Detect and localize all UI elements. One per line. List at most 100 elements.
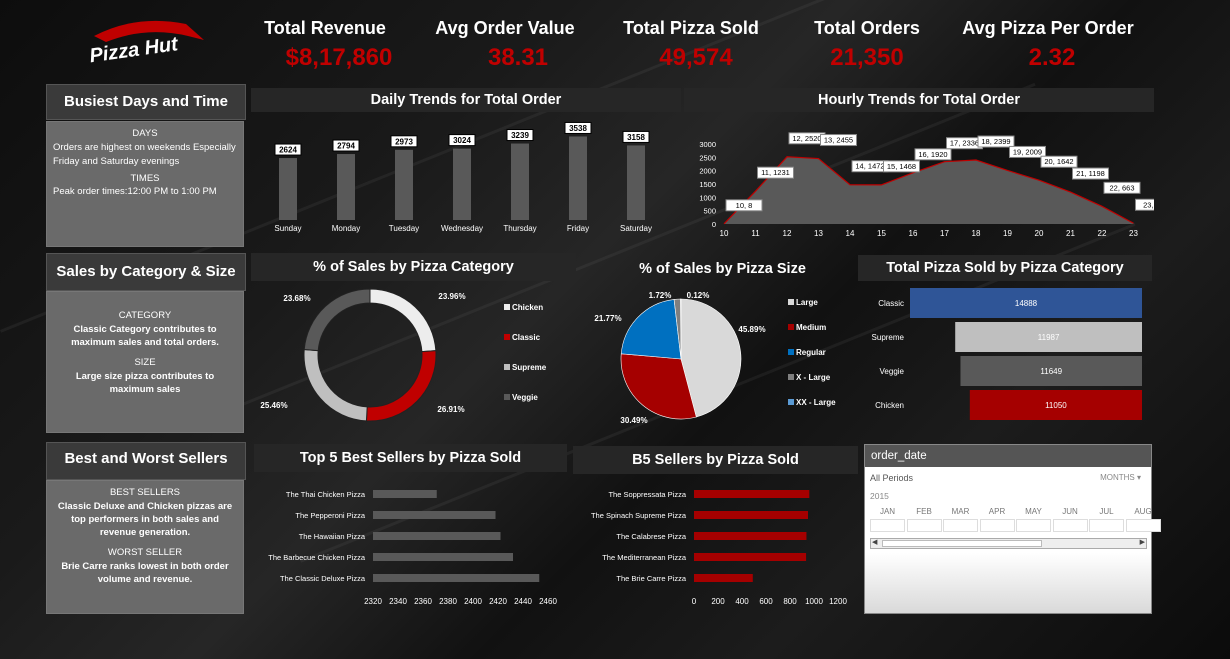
hourly-x-tick: 10 xyxy=(720,229,729,238)
scroll-left-icon[interactable]: ◀ xyxy=(872,538,877,546)
size-pct-title: % of Sales by Pizza Size xyxy=(639,261,806,277)
bottom5-x-tick: 200 xyxy=(711,597,725,606)
slicer-month-apr[interactable]: APR xyxy=(979,507,1015,535)
daily-data-label: 2794 xyxy=(337,142,355,151)
hourly-y-tick: 0 xyxy=(712,220,716,229)
daily-data-label: 3538 xyxy=(569,124,587,133)
hourly-y-tick: 2500 xyxy=(699,153,716,162)
slicer-month-jan[interactable]: JAN xyxy=(870,507,905,535)
scroll-right-icon[interactable]: ▶ xyxy=(1140,538,1145,546)
hourly-data-label: 11, 1231 xyxy=(761,168,790,177)
times-text: Peak order times:12:00 PM to 1:00 PM xyxy=(53,186,217,197)
category-pct-title: % of Sales by Pizza Category xyxy=(251,253,576,281)
top5-bar xyxy=(373,532,501,540)
top5-x-tick: 2460 xyxy=(539,597,557,606)
best-sellers-text: Classic Deluxe and Chicken pizzas are to… xyxy=(57,501,233,538)
daily-trends-title: Daily Trends for Total Order xyxy=(251,88,681,112)
daily-category-label: Thursday xyxy=(503,224,536,233)
worst-seller-heading: WORST SELLER xyxy=(107,547,183,558)
size-slice-label: 30.49% xyxy=(620,416,647,425)
days-heading: DAYS xyxy=(132,128,158,139)
bottom5-label: The Mediterranean Pizza xyxy=(602,553,687,562)
hourly-x-tick: 12 xyxy=(783,229,792,238)
slicer-month-mar[interactable]: MAR xyxy=(943,507,978,535)
slicer-month-cell[interactable] xyxy=(1125,519,1161,532)
category-text: Classic Category contributes to maximum … xyxy=(71,324,219,348)
category-legend-label: Classic xyxy=(512,333,541,342)
hourly-y-tick: 500 xyxy=(703,207,716,216)
slicer-months: JAN FEB MAR APR MAY JUN JUL AUG xyxy=(870,507,1161,535)
slicer-month-cell[interactable] xyxy=(1052,519,1088,532)
slicer-month-cell[interactable] xyxy=(870,519,905,532)
size-legend-label: XX - Large xyxy=(796,398,836,407)
slicer-month-jun[interactable]: JUN xyxy=(1052,507,1088,535)
category-legend-swatch xyxy=(504,364,510,370)
daily-bar xyxy=(395,149,413,220)
slicer-month-feb[interactable]: FEB xyxy=(906,507,942,535)
slicer-month-aug[interactable]: AUG xyxy=(1125,507,1161,535)
chevron-down-icon: ▾ xyxy=(1136,473,1141,482)
order-date-slicer[interactable]: order_date All Periods MONTHS ▾ 2015 JAN… xyxy=(864,444,1161,614)
size-slice-label: 45.89% xyxy=(738,325,765,334)
category-total-value: 11050 xyxy=(1045,401,1067,410)
hourly-x-tick: 22 xyxy=(1098,229,1107,238)
best-sellers-heading: BEST SELLERS xyxy=(109,487,181,498)
daily-data-label: 3239 xyxy=(511,131,529,140)
hourly-data-label: 19, 2009 xyxy=(1013,147,1042,156)
top5-x-tick: 2420 xyxy=(489,597,507,606)
hourly-data-label: 20, 1642 xyxy=(1044,157,1073,166)
hourly-trends-chart: 3000 2500 2000 1500 1000 500 0 10 10, 8 11 11, 123… xyxy=(699,132,1154,238)
hourly-x-tick: 21 xyxy=(1066,229,1075,238)
daily-data-label: 2973 xyxy=(395,137,413,146)
slicer-month-jul[interactable]: JUL xyxy=(1089,507,1124,535)
pizza-hut-logo: Pizza Hut xyxy=(76,16,212,68)
slicer-scrollbar[interactable]: ◀ ▶ xyxy=(870,538,1147,549)
slicer-month-label: JAN xyxy=(879,507,896,516)
daily-bar xyxy=(453,148,471,220)
slicer-month-may[interactable]: MAY xyxy=(1016,507,1051,535)
scroll-thumb[interactable] xyxy=(882,540,1042,547)
category-size-title: Sales by Category & Size xyxy=(46,253,246,291)
slicer-month-label: MAY xyxy=(1025,507,1042,516)
daily-bar xyxy=(337,154,355,220)
slicer-month-cell[interactable] xyxy=(979,519,1015,532)
hourly-data-label: 14, 1472 xyxy=(855,162,884,171)
category-slice-label: 26.91% xyxy=(437,405,464,414)
size-legend-label: X - Large xyxy=(796,373,831,382)
hourly-x-tick: 13 xyxy=(814,229,823,238)
size-legend-swatch xyxy=(788,324,794,330)
size-pie-slice xyxy=(620,299,682,360)
slicer-month-cell[interactable] xyxy=(1089,519,1124,532)
slicer-month-cell[interactable] xyxy=(906,519,942,532)
category-slice-label: 23.96% xyxy=(438,292,465,301)
slicer-month-cell[interactable] xyxy=(943,519,978,532)
slicer-month-label: JUL xyxy=(1099,507,1114,516)
category-total-label: Chicken xyxy=(875,401,904,410)
slicer-unit-dropdown[interactable]: MONTHS ▾ xyxy=(1100,473,1141,482)
category-total-value: 14888 xyxy=(1015,299,1038,308)
bottom5-chart: The Soppressata Pizza The Spinach Supreme… xyxy=(591,490,847,606)
daily-category-label: Saturday xyxy=(620,224,652,233)
bottom5-title: B5 Sellers by Pizza Sold xyxy=(573,446,858,474)
hourly-data-label: 22, 663 xyxy=(1109,183,1134,192)
hourly-data-label: 10, 8 xyxy=(736,201,753,210)
size-slice-label: 0.12% xyxy=(687,291,710,300)
daily-bar xyxy=(511,143,529,220)
size-legend-label: Medium xyxy=(796,323,826,332)
kpi-total-orders-label: Total Orders xyxy=(814,18,920,38)
slicer-month-cell[interactable] xyxy=(1016,519,1051,532)
hourly-x-tick: 18 xyxy=(972,229,981,238)
top5-x-tick: 2440 xyxy=(514,597,532,606)
category-legend-label: Chicken xyxy=(512,303,543,312)
bottom5-label: The Brie Carre Pizza xyxy=(616,574,686,583)
category-total-value: 11649 xyxy=(1040,367,1062,376)
slicer-month-label: MAR xyxy=(951,507,970,516)
hourly-data-label: 15, 1468 xyxy=(887,162,916,171)
bottom5-x-tick: 1000 xyxy=(805,597,823,606)
hourly-data-label: 17, 2336 xyxy=(950,139,979,148)
daily-category-label: Friday xyxy=(567,224,589,233)
hourly-y-tick: 1000 xyxy=(699,193,716,202)
top5-x-tick: 2380 xyxy=(439,597,457,606)
top5-label: The Pepperoni Pizza xyxy=(295,511,365,520)
slicer-month-label: APR xyxy=(988,507,1006,516)
